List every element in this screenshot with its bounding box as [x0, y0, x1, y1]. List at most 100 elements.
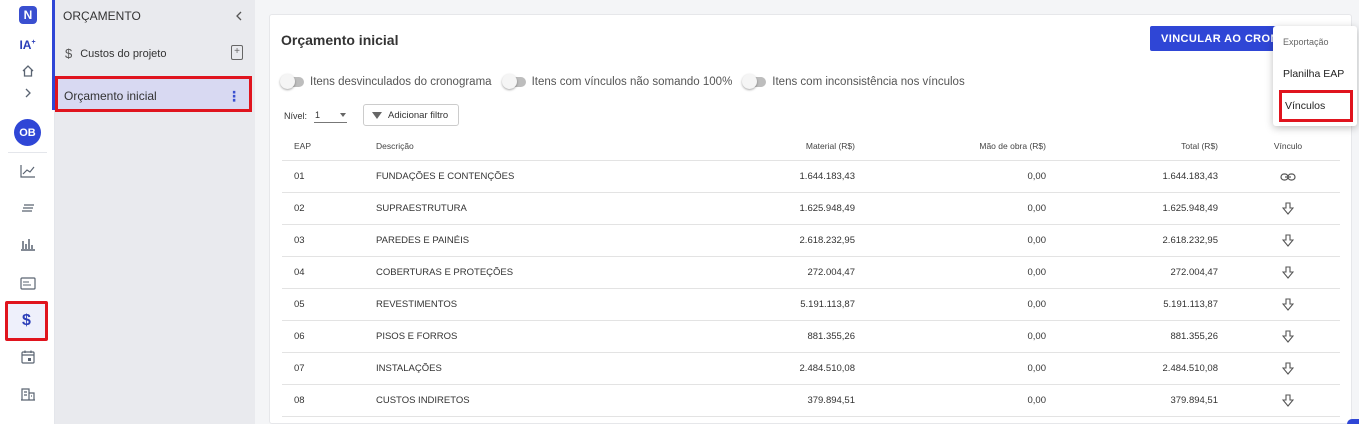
sidebar-item-custos[interactable]: $ Custos do projeto [65, 46, 166, 61]
sidebar-title: ORÇAMENTO [63, 9, 141, 23]
add-document-icon[interactable]: + [231, 45, 243, 60]
sidebar-item-orcamento-inicial[interactable]: Orçamento inicial ⋮ [55, 76, 252, 112]
toggle-label: Itens com vínculos não somando 100% [531, 76, 733, 88]
table-row[interactable]: 05 REVESTIMENTOS 5.191.113,87 0,00 5.191… [282, 289, 1340, 321]
table-row[interactable]: 03 PAREDES E PAINÉIS 2.618.232,95 0,00 2… [282, 225, 1340, 257]
menu-heading: Exportação [1283, 37, 1329, 47]
nivel-select[interactable]: 1 [314, 107, 347, 123]
table-row[interactable]: 06 PISOS E FORROS 881.355,26 0,00 881.35… [282, 321, 1340, 353]
menu-item-planilha-eap[interactable]: Planilha EAP [1283, 68, 1344, 80]
cell-total: 5.191.113,87 [1163, 299, 1218, 310]
menu-item-vinculos[interactable]: Vínculos [1279, 90, 1353, 122]
cell-mao: 0,00 [1027, 171, 1047, 182]
cell-desc: COBERTURAS E PROTEÇÕES [376, 267, 514, 278]
add-filter-label: Adicionar filtro [388, 109, 449, 121]
toggle-switch[interactable] [501, 74, 526, 89]
chevron-right-icon[interactable] [0, 78, 55, 108]
cell-mao: 0,00 [1027, 235, 1047, 246]
cell-eap: 08 [294, 395, 305, 406]
page-title: Orçamento inicial [281, 32, 399, 48]
nivel-label: Nível: [284, 111, 308, 121]
arrow-down-icon[interactable] [1258, 257, 1318, 288]
chevron-left-icon [236, 11, 242, 21]
header-desc[interactable]: Descrição [376, 131, 414, 160]
table-row[interactable]: 01 FUNDAÇÕES E CONTENÇÕES 1.644.183,43 0… [282, 161, 1340, 193]
cell-mao: 0,00 [1027, 363, 1047, 374]
corner-widget[interactable] [1347, 419, 1359, 424]
link-icon[interactable] [1258, 161, 1318, 192]
header-mao[interactable]: Mão de obra (R$) [979, 131, 1046, 160]
arrow-down-icon[interactable] [1258, 353, 1318, 384]
cell-eap: 01 [294, 171, 305, 182]
header-total[interactable]: Total (R$) [1181, 131, 1218, 160]
cell-material: 881.355,26 [807, 331, 855, 342]
card-icon[interactable] [0, 268, 55, 298]
dollar-icon: $ [65, 46, 73, 61]
cell-desc: SUPRAESTRUTURA [376, 203, 467, 214]
cell-eap: 05 [294, 299, 305, 310]
main-card: Orçamento inicial VINCULAR AO CRONOGRAMA… [269, 14, 1352, 424]
arrow-down-icon[interactable] [1258, 385, 1318, 416]
cell-desc: CUSTOS INDIRETOS [376, 395, 470, 406]
bar-chart-icon[interactable] [0, 229, 55, 259]
arrow-down-icon[interactable] [1258, 225, 1318, 256]
collapse-sidebar-button[interactable] [235, 8, 243, 24]
cell-desc: REVESTIMENTOS [376, 299, 458, 310]
filter-toggles: Itens desvinculados do cronograma Itens … [280, 74, 977, 89]
toggle-switch[interactable] [280, 74, 304, 89]
table-row[interactable]: 02 SUPRAESTRUTURA 1.625.948,49 0,00 1.62… [282, 193, 1340, 225]
cell-material: 1.625.948,49 [799, 203, 855, 214]
cell-material: 1.644.183,43 [799, 171, 855, 182]
app-logo[interactable]: N [19, 6, 37, 24]
budget-table: EAP Descrição Material (R$) Mão de obra … [282, 131, 1340, 417]
ia-button[interactable]: IA+ [0, 38, 55, 52]
avatar[interactable]: OB [14, 119, 41, 146]
more-vertical-icon[interactable]: ⋮ [227, 88, 241, 105]
cell-eap: 02 [294, 203, 305, 214]
header-eap[interactable]: EAP [294, 131, 311, 160]
sidebar-item-label: Custos do projeto [80, 47, 167, 60]
toggle-label: Itens com inconsistência nos vínculos [772, 76, 965, 88]
cell-total: 1.644.183,43 [1162, 171, 1218, 182]
cell-eap: 07 [294, 363, 305, 374]
cell-mao: 0,00 [1027, 395, 1047, 406]
table-header: EAP Descrição Material (R$) Mão de obra … [282, 131, 1340, 161]
cell-mao: 0,00 [1027, 267, 1047, 278]
arrow-down-icon[interactable] [1258, 321, 1318, 352]
cell-eap: 06 [294, 331, 305, 342]
cell-desc: PISOS E FORROS [376, 331, 458, 342]
header-vinculo: Vínculo [1273, 140, 1303, 151]
arrow-down-icon[interactable] [1258, 193, 1318, 224]
toggle-label: Itens desvinculados do cronograma [310, 76, 492, 88]
calendar-icon[interactable] [0, 342, 55, 372]
toggle-switch[interactable] [742, 74, 767, 89]
cell-material: 272.004,47 [807, 267, 855, 278]
cell-mao: 0,00 [1027, 299, 1047, 310]
cell-material: 5.191.113,87 [800, 299, 855, 310]
table-row[interactable]: 07 INSTALAÇÕES 2.484.510,08 0,00 2.484.5… [282, 353, 1340, 385]
dollar-icon[interactable]: $ [5, 301, 48, 341]
cell-desc: PAREDES E PAINÉIS [376, 235, 470, 246]
cell-mao: 0,00 [1027, 331, 1047, 342]
export-menu: Exportação Planilha EAP Vínculos [1273, 26, 1357, 126]
vincular-cronograma-button[interactable]: VINCULAR AO CRONOGRAMA [1150, 26, 1285, 51]
cell-material: 379.894,51 [807, 395, 855, 406]
arrow-down-icon[interactable] [1258, 289, 1318, 320]
line-chart-icon[interactable] [0, 156, 55, 186]
add-filter-button[interactable]: Adicionar filtro [363, 104, 459, 126]
header-material[interactable]: Material (R$) [806, 131, 855, 160]
cell-total: 272.004,47 [1170, 267, 1218, 278]
toggle-inconsistencia[interactable]: Itens com inconsistência nos vínculos [742, 74, 965, 89]
sidebar-item-label: Orçamento inicial [64, 89, 157, 103]
building-icon[interactable] [0, 379, 55, 409]
list-icon[interactable] [0, 193, 55, 223]
table-row[interactable]: 08 CUSTOS INDIRETOS 379.894,51 0,00 379.… [282, 385, 1340, 417]
toggle-nao-somando[interactable]: Itens com vínculos não somando 100% [501, 74, 733, 89]
cell-desc: INSTALAÇÕES [376, 363, 442, 374]
table-row[interactable]: 04 COBERTURAS E PROTEÇÕES 272.004,47 0,0… [282, 257, 1340, 289]
cell-total: 1.625.948,49 [1162, 203, 1218, 214]
cell-total: 2.484.510,08 [1162, 363, 1218, 374]
cell-total: 881.355,26 [1170, 331, 1218, 342]
caret-down-icon [340, 112, 346, 117]
toggle-desvinculados[interactable]: Itens desvinculados do cronograma [280, 74, 492, 89]
